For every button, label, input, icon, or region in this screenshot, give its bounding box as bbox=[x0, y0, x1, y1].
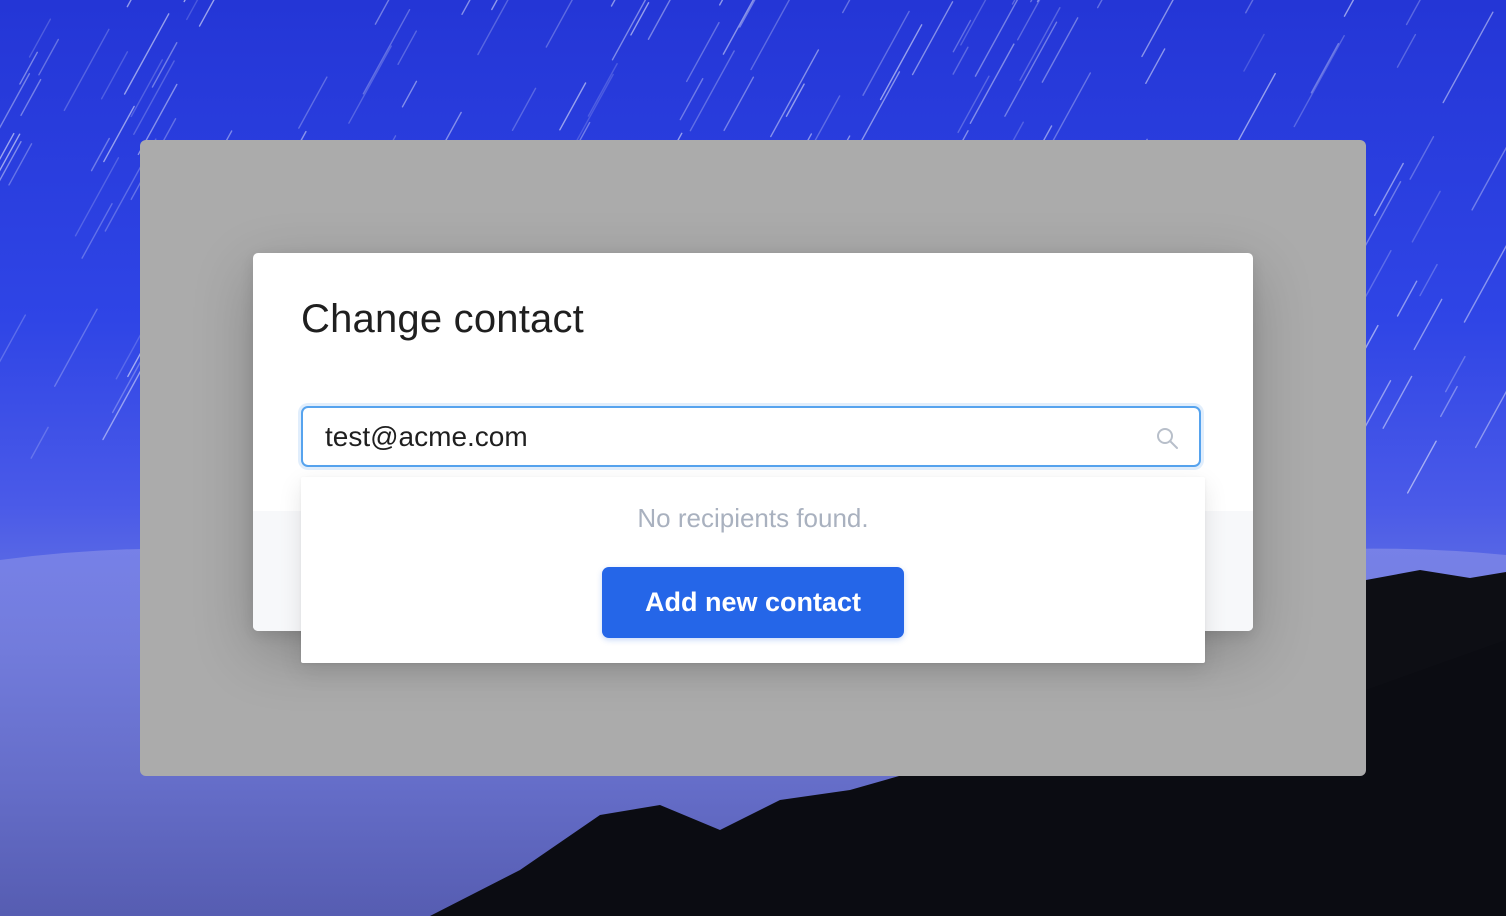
star-trail bbox=[1036, 0, 1040, 3]
star-trail bbox=[587, 63, 618, 117]
star-trail bbox=[1463, 245, 1506, 323]
search-icon bbox=[1155, 426, 1179, 450]
star-trail bbox=[1365, 250, 1392, 297]
star-trail bbox=[739, 0, 756, 28]
star-trail bbox=[1405, 0, 1421, 26]
star-trail bbox=[1373, 162, 1404, 217]
star-trail bbox=[575, 73, 614, 142]
star-trail bbox=[30, 426, 49, 459]
star-trail bbox=[348, 45, 392, 124]
star-trail bbox=[374, 0, 390, 25]
star-trail bbox=[957, 75, 990, 134]
star-trail bbox=[74, 157, 120, 237]
star-trail bbox=[54, 308, 98, 387]
star-trail bbox=[28, 18, 52, 58]
star-trail bbox=[151, 42, 178, 88]
star-trail bbox=[0, 314, 27, 363]
star-trail bbox=[511, 87, 537, 132]
star-trail bbox=[461, 0, 471, 16]
star-trail bbox=[1235, 72, 1276, 146]
star-trail bbox=[103, 105, 135, 163]
star-trail bbox=[298, 76, 328, 129]
search-results-dropdown: No recipients found. Add new contact bbox=[301, 477, 1205, 663]
star-trail bbox=[952, 46, 969, 75]
star-trail bbox=[1041, 17, 1079, 83]
star-trail bbox=[38, 38, 60, 76]
star-trail bbox=[1293, 34, 1345, 128]
star-trail bbox=[1382, 375, 1413, 429]
star-trail bbox=[974, 0, 1019, 77]
star-trail bbox=[8, 143, 33, 186]
star-trail bbox=[100, 51, 129, 100]
star-trail bbox=[879, 24, 923, 101]
star-trail bbox=[1343, 0, 1355, 17]
star-trail bbox=[1471, 146, 1506, 211]
search-input[interactable] bbox=[325, 408, 1125, 465]
star-trail bbox=[719, 0, 724, 6]
star-trail bbox=[1406, 440, 1437, 494]
app-window: Change contact No recipients found. Add … bbox=[140, 140, 1366, 776]
star-trail bbox=[81, 203, 113, 259]
star-trail bbox=[1396, 33, 1417, 68]
star-trail bbox=[630, 2, 650, 36]
star-trail bbox=[647, 0, 671, 40]
star-trail bbox=[750, 0, 791, 71]
star-trail bbox=[911, 1, 954, 76]
star-trail bbox=[1141, 0, 1174, 58]
star-trail bbox=[770, 49, 820, 138]
star-trail bbox=[397, 30, 418, 65]
star-trail bbox=[811, 95, 841, 146]
star-trail bbox=[133, 60, 175, 136]
contact-search-field[interactable] bbox=[301, 406, 1201, 467]
star-trail bbox=[401, 80, 418, 108]
star-trail bbox=[1243, 33, 1265, 72]
star-trail bbox=[1030, 0, 1033, 3]
dialog-title: Change contact bbox=[301, 297, 584, 341]
no-results-message: No recipients found. bbox=[637, 503, 869, 533]
star-trail bbox=[1310, 42, 1340, 94]
star-trail bbox=[198, 0, 215, 27]
star-trail bbox=[545, 0, 573, 48]
star-trail bbox=[1474, 390, 1506, 449]
star-trail bbox=[960, 0, 987, 46]
change-contact-dialog: Change contact No recipients found. Add … bbox=[253, 253, 1253, 663]
star-trail bbox=[1440, 385, 1458, 418]
add-new-contact-button[interactable]: Add new contact bbox=[602, 567, 904, 638]
star-trail bbox=[1096, 0, 1103, 9]
star-trail bbox=[1442, 11, 1494, 104]
star-trail bbox=[130, 59, 164, 118]
star-trail bbox=[183, 0, 186, 3]
star-trail bbox=[90, 137, 110, 172]
star-trail bbox=[362, 9, 411, 95]
star-trail bbox=[1413, 298, 1443, 351]
star-trail bbox=[785, 83, 805, 117]
star-trail bbox=[842, 0, 851, 14]
star-trail bbox=[0, 73, 31, 129]
star-trail bbox=[685, 21, 720, 83]
star-trail bbox=[1411, 190, 1441, 243]
star-trail bbox=[186, 0, 199, 21]
star-trail bbox=[126, 0, 132, 8]
star-trail bbox=[1409, 136, 1435, 180]
star-trail bbox=[1019, 7, 1061, 81]
star-trail bbox=[611, 0, 647, 61]
star-trail bbox=[1419, 263, 1438, 297]
star-trail bbox=[1145, 48, 1166, 84]
star-trail bbox=[559, 82, 587, 131]
star-trail bbox=[19, 51, 38, 85]
star-trail bbox=[862, 10, 910, 96]
star-trail bbox=[723, 76, 755, 132]
star-trail bbox=[1245, 0, 1254, 14]
star-trail bbox=[477, 0, 509, 56]
star-trail bbox=[1444, 355, 1466, 393]
star-trail bbox=[1396, 280, 1418, 317]
